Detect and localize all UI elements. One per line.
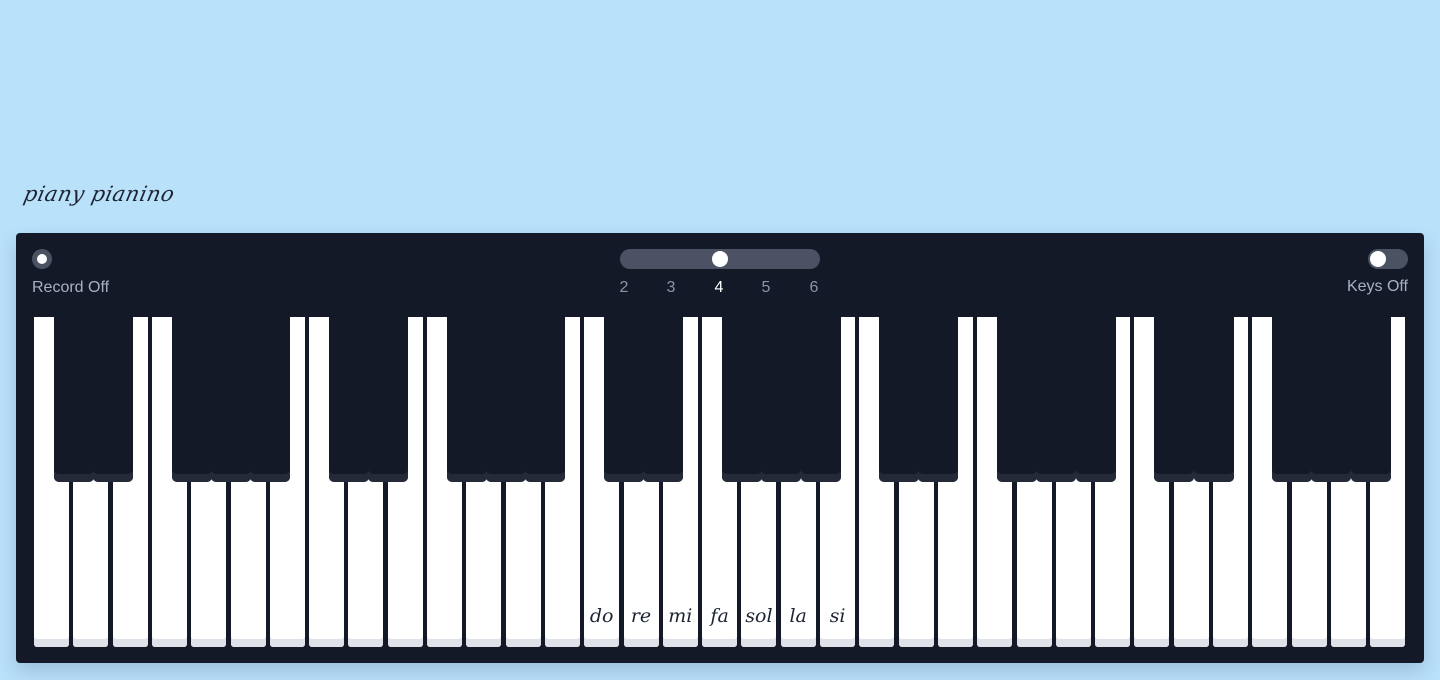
octave-option-3[interactable]: 3 <box>661 279 681 297</box>
black-key[interactable] <box>250 317 291 482</box>
solfege-label-re: re <box>630 605 652 627</box>
black-key[interactable] <box>1311 317 1352 482</box>
black-key[interactable] <box>604 317 644 482</box>
octave-option-5[interactable]: 5 <box>756 279 776 297</box>
black-key[interactable] <box>93 317 134 482</box>
record-label: Record Off <box>32 279 110 296</box>
black-key[interactable] <box>1272 317 1313 482</box>
piano-keyboard: do re mi fa sol la si <box>34 317 1408 647</box>
octave-slider[interactable] <box>620 249 820 269</box>
black-key[interactable] <box>997 317 1037 482</box>
octave-option-2[interactable]: 2 <box>614 279 634 297</box>
black-key[interactable] <box>486 317 527 482</box>
black-key[interactable] <box>368 317 409 482</box>
solfege-label-si: si <box>829 605 846 627</box>
black-key[interactable] <box>1193 317 1234 482</box>
black-key[interactable] <box>1154 317 1195 482</box>
solfege-label-mi: mi <box>668 605 693 627</box>
octave-slider-thumb[interactable] <box>712 251 728 267</box>
octave-option-6[interactable]: 6 <box>804 279 824 297</box>
black-key[interactable] <box>446 317 487 482</box>
black-key[interactable] <box>918 317 959 482</box>
piano-panel: Record Off 2 3 4 5 6 Keys Off do re mi fa so… <box>16 233 1424 663</box>
solfege-label-fa: fa <box>710 605 729 627</box>
black-key[interactable] <box>800 317 841 482</box>
black-key[interactable] <box>1036 317 1077 482</box>
black-key[interactable] <box>171 317 212 482</box>
black-key[interactable] <box>879 317 920 482</box>
black-key[interactable] <box>721 317 762 482</box>
black-key[interactable] <box>525 317 566 482</box>
keys-toggle[interactable] <box>1368 249 1408 269</box>
black-key[interactable] <box>1350 317 1391 482</box>
solfege-label-la: la <box>789 605 807 627</box>
black-key[interactable] <box>761 317 802 482</box>
black-key[interactable] <box>328 317 369 482</box>
solfege-label-do: do <box>589 605 614 627</box>
black-key[interactable] <box>1075 317 1116 482</box>
record-toggle[interactable] <box>32 249 52 269</box>
keys-label: Keys Off <box>1346 278 1408 295</box>
app-logo: piany pianino <box>21 182 177 206</box>
black-key[interactable] <box>211 317 251 482</box>
keys-toggle-knob <box>1370 251 1386 267</box>
solfege-label-sol: sol <box>745 605 773 627</box>
black-key[interactable] <box>643 317 684 482</box>
black-key[interactable] <box>53 317 94 482</box>
octave-option-4[interactable]: 4 <box>709 279 729 297</box>
record-toggle-dot <box>37 254 47 264</box>
